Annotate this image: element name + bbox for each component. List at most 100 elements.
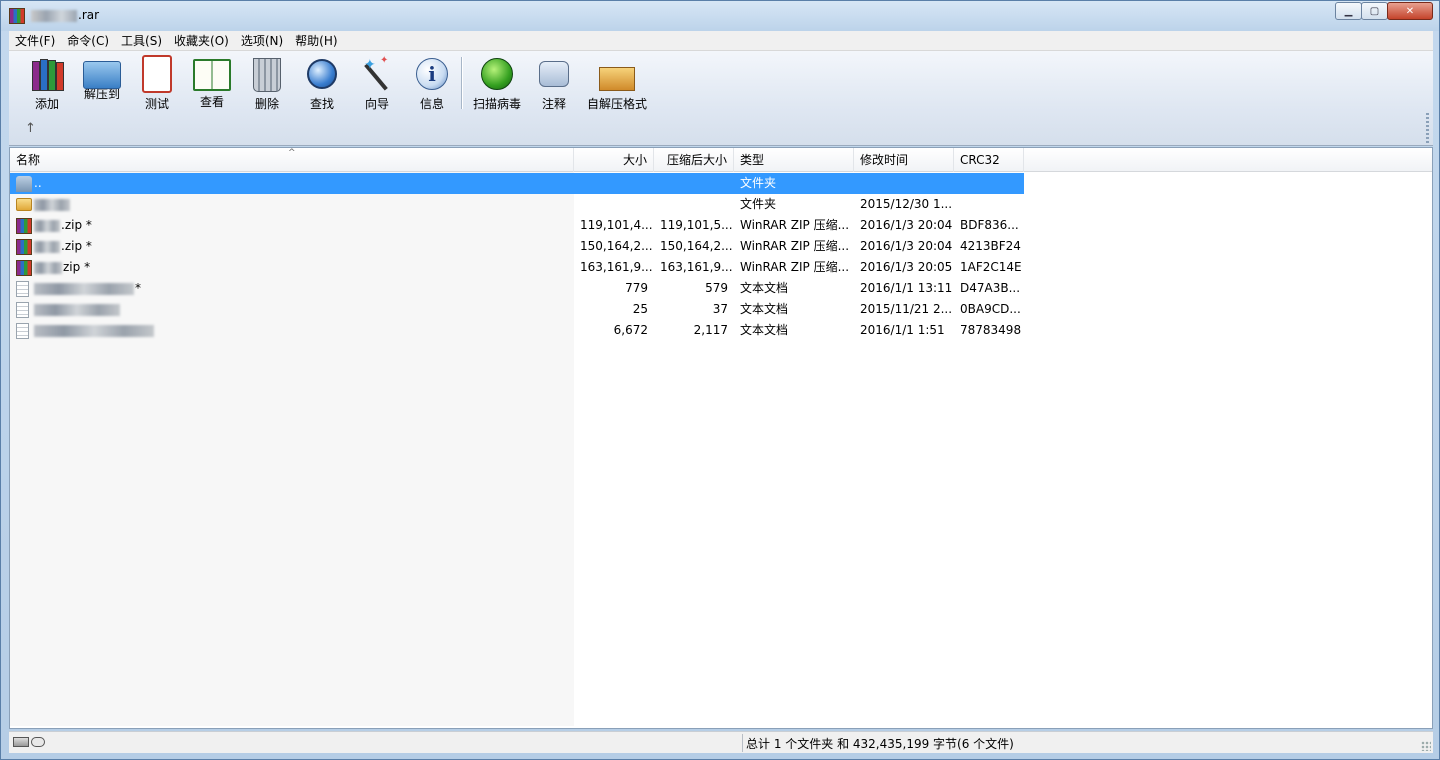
- file-crc32-cell: 4213BF24: [960, 239, 1021, 253]
- toolbar-grip[interactable]: [1426, 113, 1429, 143]
- menu-tools[interactable]: 工具(S): [115, 32, 168, 49]
- file-name-cell: ..: [10, 173, 574, 194]
- folder-icon: [16, 198, 32, 211]
- find-button[interactable]: 查找: [294, 55, 350, 113]
- delete-button[interactable]: 删除: [239, 55, 295, 113]
- scan-virus-label: 扫描病毒: [472, 97, 521, 111]
- up-folder-icon: [16, 175, 32, 192]
- close-button[interactable]: ✕: [1387, 2, 1433, 20]
- title-bar[interactable]: .rar ▁ ▢ ✕: [1, 1, 1439, 31]
- window-controls: ▁ ▢ ✕: [1335, 2, 1433, 20]
- drive-icon[interactable]: [13, 737, 29, 747]
- column-type-label: 类型: [740, 153, 765, 167]
- list-header: ^ 名称 大小 压缩后大小 类型 修改时间 CRC32: [10, 148, 1432, 172]
- rar-file-icon: [16, 238, 32, 255]
- file-list[interactable]: ^ 名称 大小 压缩后大小 类型 修改时间 CRC32 .. 文件夹 文件夹 2015…: [9, 147, 1433, 729]
- winrar-app-icon[interactable]: [9, 8, 25, 24]
- file-packed-size-cell: [654, 173, 734, 194]
- text-file-icon: [16, 280, 29, 297]
- resize-grip[interactable]: [1421, 741, 1431, 751]
- file-row[interactable]: .zip * 119,101,4... 119,101,5... WinRAR ZIP…: [10, 215, 1024, 236]
- file-packed-size-cell: 2,117: [693, 323, 728, 337]
- file-row[interactable]: zip * 163,161,9... 163,161,9... WinRAR ZIP …: [10, 257, 1024, 278]
- view-button[interactable]: 查看: [184, 55, 240, 113]
- file-name-cell: [10, 299, 574, 320]
- file-row[interactable]: .. 文件夹: [10, 173, 1024, 194]
- file-row[interactable]: 文件夹 2015/12/30 1...: [10, 194, 1024, 215]
- file-size-cell: [574, 194, 654, 215]
- file-modified-cell: 2016/1/1 13:11: [860, 281, 953, 295]
- file-modified-cell: [854, 173, 954, 194]
- file-name-cell: .zip *: [10, 236, 574, 257]
- wizard-button[interactable]: ✦ ✦ 向导: [349, 55, 405, 113]
- column-header-name[interactable]: ^ 名称: [10, 148, 574, 172]
- key-icon[interactable]: [31, 737, 45, 747]
- text-file-icon: [16, 301, 29, 318]
- books-icon: [28, 55, 66, 93]
- add-button[interactable]: 添加: [19, 55, 75, 113]
- delete-label: 删除: [254, 97, 279, 111]
- blurred-title-text: [31, 9, 77, 22]
- file-type-cell: 文件夹: [740, 197, 777, 211]
- file-name-text: ..: [34, 176, 42, 190]
- file-crc32-cell: BDF836...: [960, 218, 1019, 232]
- file-row[interactable]: * 779 579 文本文档 2016/1/1 13:11 D47A3B...: [10, 278, 1024, 299]
- column-header-modified[interactable]: 修改时间: [854, 148, 954, 172]
- file-row[interactable]: 6,672 2,117 文本文档 2016/1/1 1:51 78783498: [10, 320, 1024, 341]
- view-label: 查看: [199, 95, 224, 109]
- file-modified-cell: 2015/12/30 1...: [860, 197, 953, 211]
- info-icon: i: [413, 55, 451, 93]
- scan-virus-button[interactable]: 扫描病毒: [469, 55, 525, 113]
- redacted-filename: [34, 282, 134, 295]
- column-name-label: 名称: [16, 153, 41, 167]
- column-header-size[interactable]: 大小: [574, 148, 654, 172]
- sfx-label: 自解压格式: [587, 97, 648, 111]
- file-row[interactable]: 25 37 文本文档 2015/11/21 2... 0BA9CD...: [10, 299, 1024, 320]
- column-header-crc32[interactable]: CRC32: [954, 148, 1024, 172]
- file-packed-size-cell: 37: [712, 302, 728, 316]
- test-label: 测试: [144, 97, 169, 111]
- file-name-text: .zip *: [61, 239, 92, 253]
- trash-icon: [248, 55, 286, 93]
- file-type-cell: WinRAR ZIP 压缩...: [740, 260, 850, 274]
- menu-options[interactable]: 选项(N): [235, 32, 289, 49]
- file-crc32-cell: 1AF2C14E: [960, 260, 1022, 274]
- window-title-suffix: .rar: [78, 8, 100, 22]
- wand-icon: ✦ ✦: [358, 55, 396, 93]
- menu-file[interactable]: 文件(F): [9, 32, 61, 49]
- file-size-cell: 25: [632, 302, 648, 316]
- test-button[interactable]: 测试: [129, 55, 185, 113]
- file-row[interactable]: .zip * 150,164,2... 150,164,2... WinRAR ZIP…: [10, 236, 1024, 257]
- comment-button[interactable]: 注释: [526, 55, 582, 113]
- toolbar-separator: [461, 57, 463, 109]
- redacted-filename: [34, 303, 120, 316]
- info-button[interactable]: i 信息: [404, 55, 460, 113]
- file-packed-size-cell: 150,164,2...: [660, 239, 733, 253]
- file-crc32-cell: [954, 173, 1024, 194]
- file-name-text: .zip *: [61, 218, 92, 232]
- file-type-cell: 文本文档: [740, 323, 789, 337]
- file-name-text: *: [135, 281, 141, 295]
- sfx-button[interactable]: 自解压格式: [587, 55, 648, 113]
- status-bar: 总计 1 个文件夹 和 432,435,199 字节(6 个文件): [9, 731, 1433, 753]
- find-label: 查找: [309, 97, 334, 111]
- up-arrow-icon[interactable]: ↑: [25, 121, 36, 136]
- minimize-button[interactable]: ▁: [1335, 2, 1362, 20]
- maximize-button[interactable]: ▢: [1361, 2, 1388, 20]
- magnifier-icon: [303, 55, 341, 93]
- wizard-label: 向导: [364, 97, 389, 111]
- file-size-cell: 150,164,2...: [580, 239, 653, 253]
- column-header-type[interactable]: 类型: [734, 148, 854, 172]
- file-modified-cell: 2016/1/3 20:05: [860, 260, 953, 274]
- menu-favorites[interactable]: 收藏夹(O): [168, 32, 235, 49]
- status-summary: 总计 1 个文件夹 和 432,435,199 字节(6 个文件): [746, 737, 1014, 751]
- menu-commands[interactable]: 命令(C): [61, 32, 115, 49]
- rar-file-icon: [16, 217, 32, 234]
- menu-help[interactable]: 帮助(H): [289, 32, 343, 49]
- extract-to-button[interactable]: 解压到: [74, 55, 130, 113]
- column-header-packed[interactable]: 压缩后大小: [654, 148, 734, 172]
- file-packed-size-cell: 119,101,5...: [660, 218, 733, 232]
- add-label: 添加: [34, 97, 59, 111]
- file-size-cell: [574, 173, 654, 194]
- file-modified-cell: 2015/11/21 2...: [860, 302, 953, 316]
